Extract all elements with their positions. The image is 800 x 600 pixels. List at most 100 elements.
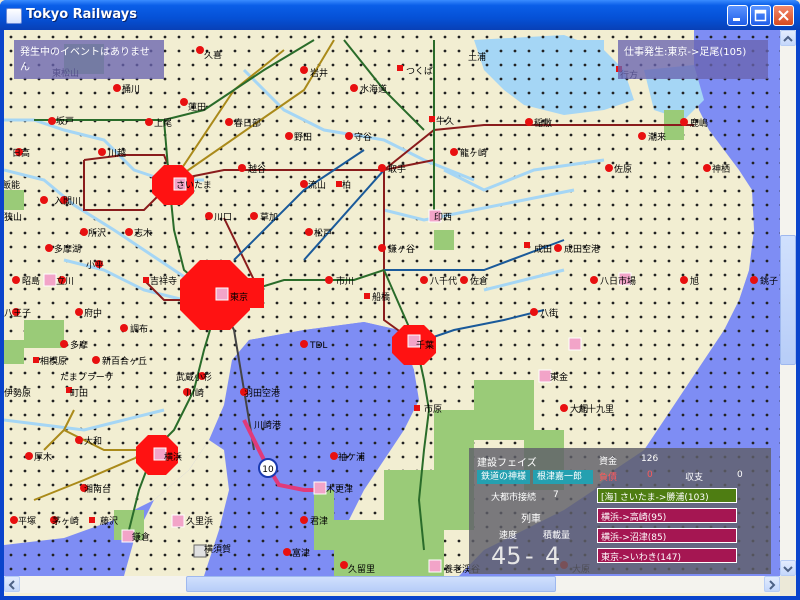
capacity-label: 積載量 xyxy=(543,531,571,541)
station-label: 久留里 xyxy=(348,563,375,575)
client-area: 久喜岩井つくば土浦東松山桶川水海道行方坂戸上尾蓮田春日部守谷牛久稲敷鹿嶋日高川越… xyxy=(4,30,796,596)
debt-value: 0 xyxy=(647,470,653,480)
card-name[interactable]: 鉄道の神様 xyxy=(477,470,531,484)
income-value: 0 xyxy=(737,470,743,480)
station-label: 銚子 xyxy=(760,275,778,287)
station-label: つくば xyxy=(406,66,433,77)
station-label: 越谷 xyxy=(248,163,266,175)
app-icon xyxy=(6,8,22,24)
debt-label: 負債 xyxy=(599,473,618,483)
title-bar[interactable]: Tokyo Railways xyxy=(0,0,800,30)
station-label: 立川 xyxy=(56,275,74,287)
arrow-up-icon xyxy=(783,35,793,42)
train-marker[interactable]: 10 xyxy=(258,458,278,478)
station-label: 市川 xyxy=(336,275,354,287)
card-detail[interactable]: 根津嘉一郎 xyxy=(533,470,593,484)
station-label: 羽田空港 xyxy=(244,387,280,399)
station-label: 岩井 xyxy=(310,67,328,79)
station-label: 船橋 xyxy=(372,291,390,303)
station-label: 所沢 xyxy=(88,227,106,239)
station-label: 龍ヶ崎 xyxy=(460,147,487,159)
job-notice: 仕事発生:東京->足尾(105) xyxy=(618,40,768,79)
station-label: 春日部 xyxy=(234,117,261,129)
station-label: 流山 xyxy=(308,179,326,191)
scroll-corner xyxy=(780,576,796,596)
station-label: 君津 xyxy=(310,516,328,527)
station-label: TDL xyxy=(309,341,327,351)
station-label: 八街 xyxy=(540,307,558,319)
station-label: 武蔵小杉 xyxy=(176,371,212,383)
station-label: 横浜 xyxy=(164,451,182,463)
scroll-right-button[interactable] xyxy=(764,576,780,592)
station-label: 横須賀 xyxy=(204,543,231,555)
station-label: 町田 xyxy=(70,388,88,399)
scroll-down-button[interactable] xyxy=(780,560,796,576)
station-label: 八日市場 xyxy=(600,275,636,287)
station-label: 印西 xyxy=(434,211,452,223)
station-label: 取手 xyxy=(388,163,406,175)
job-text: 仕事発生:東京->足尾(105) xyxy=(624,47,747,58)
station-label: 久里浜 xyxy=(186,515,213,527)
station-label: 東金 xyxy=(550,371,568,383)
route-item[interactable]: 横浜->沼津(85) xyxy=(597,528,737,543)
station-label: 桶川 xyxy=(122,83,140,95)
event-notice: 発生中のイベントはありません xyxy=(14,40,164,79)
station-label: 袖ケ浦 xyxy=(338,451,365,463)
station-label: 旭 xyxy=(690,275,699,287)
station-label: 昭島 xyxy=(22,275,40,287)
scroll-left-button[interactable] xyxy=(4,576,20,592)
horizontal-scroll-thumb[interactable] xyxy=(186,576,556,592)
station-label: 土浦 xyxy=(468,51,486,63)
maximize-icon xyxy=(754,9,767,22)
close-button[interactable] xyxy=(773,5,794,26)
station-label: 成田空港 xyxy=(564,243,600,255)
route-item[interactable]: 東京->いわき(147) xyxy=(597,548,737,563)
station-label: 八千代 xyxy=(430,276,457,287)
minimize-button[interactable] xyxy=(727,5,748,26)
vertical-scroll-thumb[interactable] xyxy=(780,235,796,365)
route-item[interactable]: [海] さいたま->勝浦(103) xyxy=(597,488,737,503)
station-label: 鎌ヶ谷 xyxy=(388,243,415,255)
station-label: 藤沢 xyxy=(100,515,118,527)
station-label: 鹿嶋 xyxy=(690,117,708,129)
station-label: 神栖 xyxy=(712,163,730,175)
station-label: 吉祥寺 xyxy=(150,275,177,287)
arrow-right-icon xyxy=(769,580,776,590)
station-label: 牛久 xyxy=(436,115,454,127)
horizontal-scrollbar[interactable] xyxy=(4,576,780,593)
station-label: 茅ヶ崎 xyxy=(52,515,79,527)
station-label: 佐倉 xyxy=(470,275,488,287)
arrow-left-icon xyxy=(8,580,15,590)
station-label: 上尾 xyxy=(154,118,172,129)
scroll-up-button[interactable] xyxy=(780,30,796,46)
station-label: 相模原 xyxy=(40,355,67,367)
station-label: 市原 xyxy=(424,403,442,415)
station-label: 川崎港 xyxy=(254,419,281,431)
vertical-scrollbar[interactable] xyxy=(780,30,796,576)
station-label: 富津 xyxy=(292,547,310,559)
income-label: 収支 xyxy=(685,473,704,483)
maximize-button[interactable] xyxy=(750,5,771,26)
event-text: 発生中のイベントはありません xyxy=(20,47,150,73)
station-label: 多摩湖 xyxy=(54,243,81,255)
station-label: 水海道 xyxy=(360,83,387,95)
route-item[interactable]: 横浜->高崎(95) xyxy=(597,508,737,523)
station-label: 守谷 xyxy=(354,131,372,143)
station-label: 狭山 xyxy=(4,211,22,223)
window-title: Tokyo Railways xyxy=(26,7,137,22)
station-label: 東京 xyxy=(230,291,248,303)
station-label: 柏 xyxy=(342,179,351,191)
station-label: 坂戸 xyxy=(56,116,74,127)
train-number: 10 xyxy=(262,465,274,475)
station-label: 千葉 xyxy=(416,339,434,351)
station-label: 稲敷 xyxy=(534,117,552,129)
station-label: 潮来 xyxy=(648,131,666,143)
capacity-value: 4 xyxy=(545,542,561,570)
station-label: 佐原 xyxy=(614,163,632,175)
station-label: 八王子 xyxy=(4,308,31,319)
station-label: 松戸 xyxy=(314,227,332,239)
station-label: 蓮田 xyxy=(188,101,206,113)
station-label: たまプラーザ xyxy=(60,372,114,383)
station-label: 久喜 xyxy=(204,49,222,61)
station-label: 飯能 xyxy=(4,179,20,191)
